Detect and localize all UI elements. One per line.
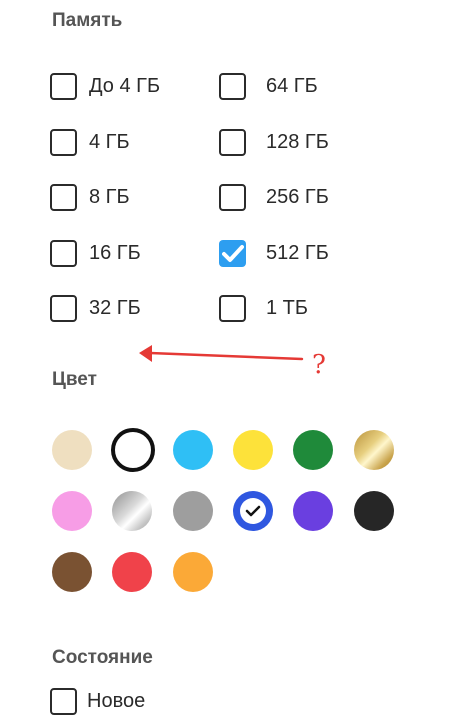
checkbox[interactable] <box>219 183 246 211</box>
question-mark-annotation: ? <box>312 350 326 380</box>
memory-option-128gb[interactable]: 128 ГБ <box>219 125 329 159</box>
check-icon <box>222 244 244 262</box>
memory-option-label: 32 ГБ <box>89 296 141 319</box>
condition-option-new[interactable]: Новое <box>50 684 145 718</box>
check-icon <box>245 505 261 517</box>
memory-option-label: 16 ГБ <box>89 241 141 264</box>
color-swatch-beige[interactable] <box>52 430 92 470</box>
color-swatch-gray[interactable] <box>173 491 213 531</box>
red-arrow-annotation-icon <box>139 345 304 362</box>
checkbox[interactable] <box>50 239 77 267</box>
color-title: Цвет <box>52 369 97 390</box>
color-swatch-silver[interactable] <box>112 491 152 531</box>
checkbox[interactable] <box>219 72 246 100</box>
color-swatch-gold[interactable] <box>354 430 394 470</box>
memory-option-1tb[interactable]: 1 ТБ <box>219 291 308 325</box>
color-swatch-purple[interactable] <box>293 491 333 531</box>
memory-option-label: 256 ГБ <box>266 185 329 208</box>
condition-title: Состояние <box>52 647 153 668</box>
color-swatch-green[interactable] <box>293 430 333 470</box>
memory-option-8gb[interactable]: 8 ГБ <box>50 180 130 214</box>
checkbox[interactable] <box>50 294 77 322</box>
memory-option-512gb[interactable]: 512 ГБ <box>219 236 329 270</box>
memory-option-label: 4 ГБ <box>89 130 130 153</box>
memory-option-label: 8 ГБ <box>89 185 130 208</box>
memory-option-label: 128 ГБ <box>266 130 329 153</box>
checkbox-checked[interactable] <box>219 239 246 267</box>
memory-option-upto4gb[interactable]: До 4 ГБ <box>50 69 160 103</box>
condition-option-label: Новое <box>87 689 146 712</box>
color-swatch-pink[interactable] <box>52 491 92 531</box>
memory-option-label: 1 ТБ <box>266 296 309 319</box>
color-swatch-brown[interactable] <box>52 552 92 592</box>
memory-option-16gb[interactable]: 16 ГБ <box>50 236 141 270</box>
color-swatch-yellow[interactable] <box>233 430 273 470</box>
memory-title: Память <box>52 10 123 31</box>
color-swatch-black[interactable] <box>354 491 394 531</box>
memory-option-64gb[interactable]: 64 ГБ <box>219 69 318 103</box>
checkbox[interactable] <box>50 687 77 715</box>
color-swatch-orange[interactable] <box>173 552 213 592</box>
memory-option-label: 512 ГБ <box>266 241 329 264</box>
checkbox[interactable] <box>50 128 77 156</box>
checkbox[interactable] <box>219 294 246 322</box>
memory-option-label: До 4 ГБ <box>89 74 161 97</box>
color-swatch-blue[interactable] <box>233 491 273 531</box>
memory-option-32gb[interactable]: 32 ГБ <box>50 291 141 325</box>
memory-option-label: 64 ГБ <box>266 74 318 97</box>
memory-option-256gb[interactable]: 256 ГБ <box>219 180 329 214</box>
checkbox[interactable] <box>219 128 246 156</box>
checkbox[interactable] <box>50 183 77 211</box>
swatch-check-circle <box>240 498 266 524</box>
color-swatch-light-blue[interactable] <box>173 430 213 470</box>
color-swatch-white[interactable] <box>111 428 155 472</box>
memory-option-4gb[interactable]: 4 ГБ <box>50 125 130 159</box>
color-swatch-red[interactable] <box>112 552 152 592</box>
checkbox[interactable] <box>50 72 77 100</box>
